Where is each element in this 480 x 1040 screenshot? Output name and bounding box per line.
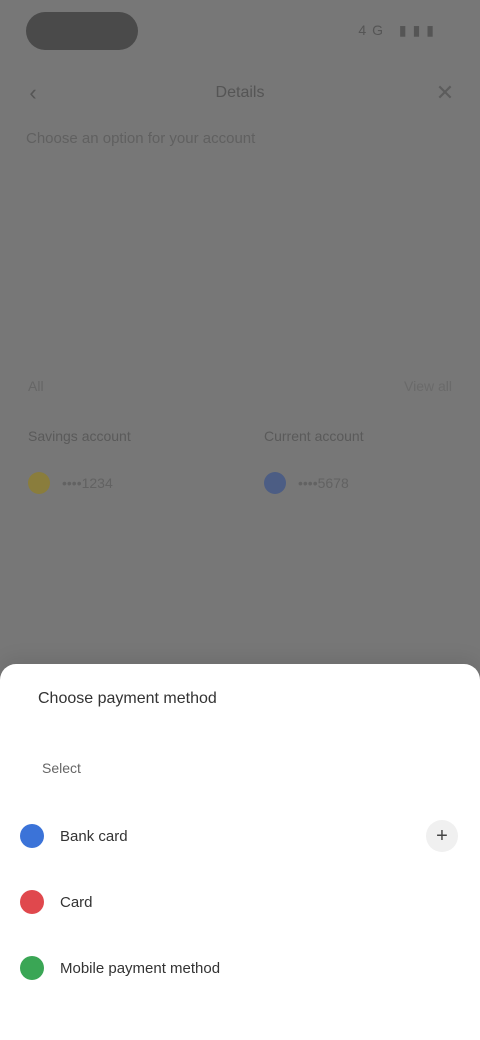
page-title: Details [215,84,265,101]
bottom-sheet: Choose payment method Select Bank card +… [0,664,480,1040]
status-bar: 4G ▮▮▮ [0,0,480,64]
view-all-link[interactable]: View all [404,378,452,394]
mobile-payment-icon [20,956,44,980]
account-row: ••••1234 [28,472,228,494]
status-right: 4G ▮▮▮ [358,22,440,38]
account-value: ••••5678 [298,475,349,491]
close-button[interactable]: ✕ [430,78,460,108]
account-value: ••••1234 [62,475,113,491]
account-title: Savings account [28,428,131,444]
back-button[interactable]: ‹ [18,78,48,108]
bank-card-icon [20,824,44,848]
close-icon: ✕ [435,80,455,105]
account-icon [264,472,286,494]
option-card[interactable]: Card [0,876,480,928]
dimmed-background[interactable]: 4G ▮▮▮ ‹ Details ✕ Choose an option for … [0,0,480,670]
sheet-subtitle: Select [42,760,81,776]
sheet-title: Choose payment method [38,690,217,707]
page-subheading: Choose an option for your account [26,130,256,147]
option-mobile-payment[interactable]: Mobile payment method [0,942,480,994]
card-icon [20,890,44,914]
top-bar: ‹ Details ✕ [0,70,480,120]
arrow-left-icon: ‹ [29,80,37,105]
account-row: ••••5678 [264,472,464,494]
account-title: Current account [264,428,364,444]
option-bank-card[interactable]: Bank card + [0,810,480,862]
status-pill [26,12,138,50]
account-icon [28,472,50,494]
option-label: Card [60,893,93,911]
account-card-current[interactable]: Current account ••••5678 [264,428,464,494]
account-card-savings[interactable]: Savings account ••••1234 [28,428,228,494]
option-label: Mobile payment method [60,959,221,977]
screen: 4G ▮▮▮ ‹ Details ✕ Choose an option for … [0,0,480,1040]
option-label: Bank card [60,827,128,845]
section-label: All [28,378,44,394]
add-icon[interactable]: + [426,820,458,852]
